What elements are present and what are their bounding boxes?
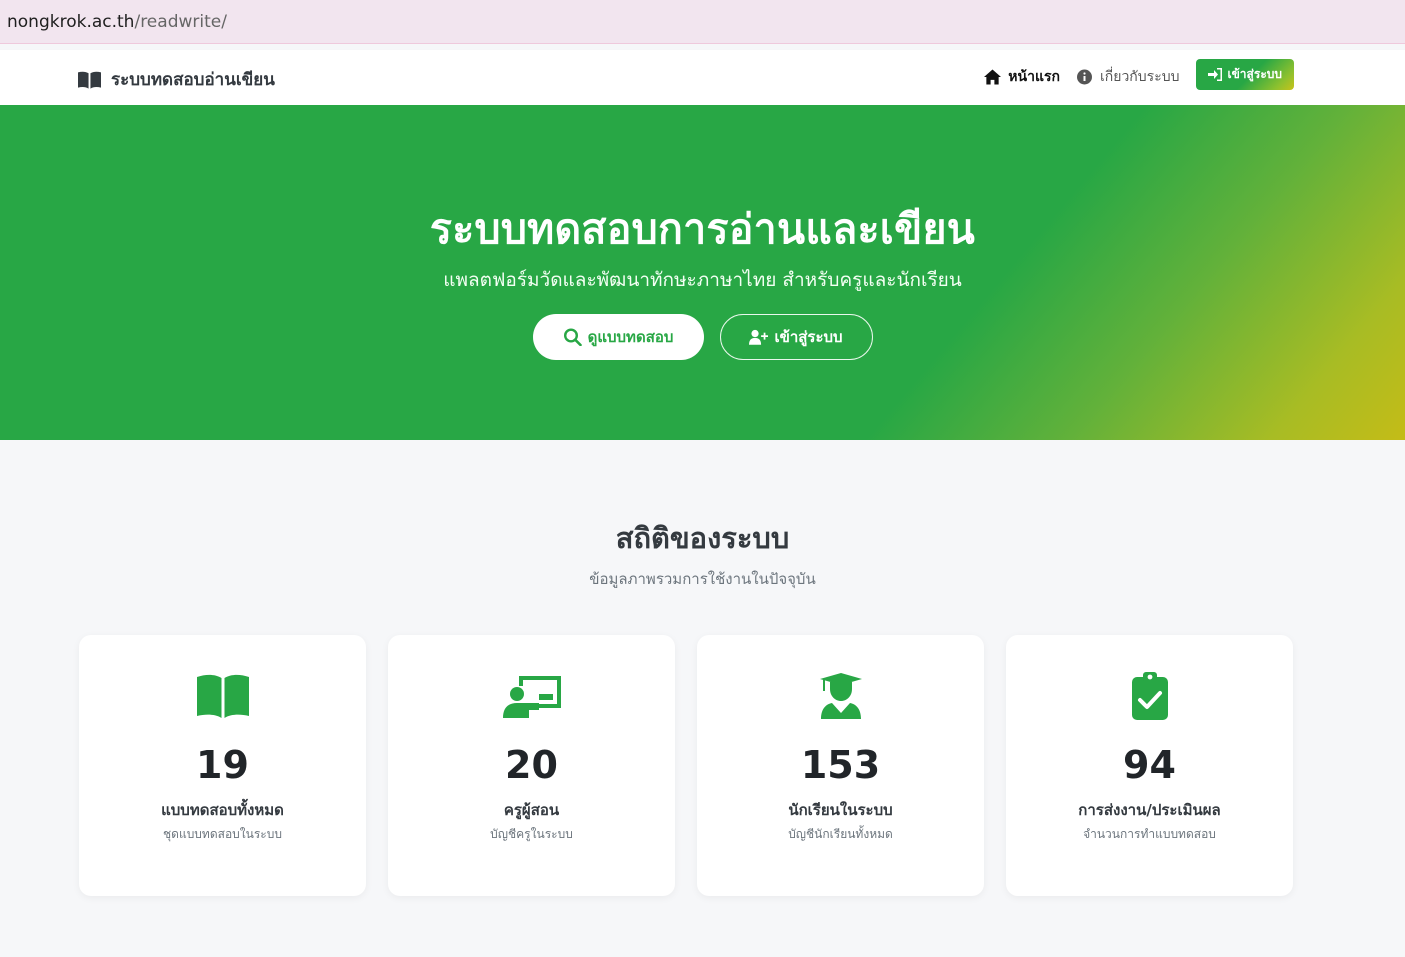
navbar: ระบบทดสอบอ่านเขียน หน้าแรก เกี่ยวกับระบบ…: [0, 50, 1405, 105]
stat-value: 153: [800, 743, 881, 787]
stats-subtitle: ข้อมูลภาพรวมการใช้งานในปัจจุบัน: [589, 570, 816, 588]
graduate-icon: [819, 673, 862, 719]
hero-title: ระบบทดสอบการอ่านและเขียน: [429, 205, 976, 253]
view-tests-label: ดูแบบทดสอบ: [587, 328, 674, 346]
hero-subtitle: แพลตฟอร์มวัดและพัฒนาทักษะภาษาไทย สำหรับค…: [443, 269, 962, 291]
url-path: /readwrite/: [134, 11, 227, 32]
stat-card-submissions: 94 การส่งงาน/ประเมินผล จำนวนการทำแบบทดสอ…: [1006, 635, 1293, 896]
hero-login-button[interactable]: เข้าสู่ระบบ: [719, 314, 873, 360]
stat-card-teachers: 20 ครูผู้สอน บัญชีครูในระบบ: [388, 635, 675, 896]
stat-desc: บัญชีครูในระบบ: [490, 827, 573, 841]
nav-about[interactable]: เกี่ยวกับระบบ: [1076, 66, 1180, 88]
nav-about-label: เกี่ยวกับระบบ: [1099, 68, 1180, 85]
stat-desc: ชุดแบบทดสอบในระบบ: [163, 827, 282, 841]
stat-card-tests: 19 แบบทดสอบทั้งหมด ชุดแบบทดสอบในระบบ: [79, 635, 366, 896]
hero-login-label: เข้าสู่ระบบ: [774, 328, 843, 346]
hero-section: ระบบทดสอบการอ่านและเขียน แพลตฟอร์มวัดและ…: [0, 105, 1405, 440]
stat-label: ครูผู้สอน: [503, 801, 560, 819]
book-open-icon: [78, 71, 101, 89]
teacher-icon: [502, 676, 561, 718]
book-open-icon: [196, 674, 249, 718]
address-bar[interactable]: nongkrok.ac.th/readwrite/: [0, 0, 1405, 44]
clipboard-check-icon: [1131, 672, 1168, 720]
stat-label: แบบทดสอบทั้งหมด: [161, 801, 284, 819]
stat-label: นักเรียนในระบบ: [788, 801, 893, 819]
search-icon: [563, 328, 582, 346]
stats-cards: 19 แบบทดสอบทั้งหมด ชุดแบบทดสอบในระบบ 20 …: [79, 635, 1293, 896]
stat-desc: จำนวนการทำแบบทดสอบ: [1083, 827, 1216, 841]
stat-label: การส่งงาน/ประเมินผล: [1078, 801, 1221, 819]
stat-value: 20: [505, 743, 558, 787]
navbar-login-label: เข้าสู่ระบบ: [1227, 67, 1283, 81]
nav-home-label: หน้าแรก: [1008, 68, 1060, 85]
stat-value: 94: [1123, 743, 1176, 787]
stat-desc: บัญชีนักเรียนทั้งหมด: [788, 827, 893, 841]
sign-in-icon: [1207, 68, 1222, 81]
nav-home[interactable]: หน้าแรก: [984, 66, 1060, 88]
view-tests-button[interactable]: ดูแบบทดสอบ: [532, 314, 704, 360]
stat-value: 19: [196, 743, 249, 787]
hero-buttons: ดูแบบทดสอบ เข้าสู่ระบบ: [0, 314, 1405, 360]
stats-title: สถิติของระบบ: [615, 521, 790, 555]
nav-links: หน้าแรก เกี่ยวกับระบบ เข้าสู่ระบบ: [984, 59, 1294, 90]
user-plus-icon: [749, 329, 769, 345]
url-host: nongkrok.ac.th: [7, 11, 135, 32]
info-circle-icon: [1076, 69, 1092, 84]
brand-link[interactable]: ระบบทดสอบอ่านเขียน: [78, 66, 275, 93]
stat-card-students: 153 นักเรียนในระบบ บัญชีนักเรียนทั้งหมด: [697, 635, 984, 896]
brand-text: ระบบทดสอบอ่านเขียน: [111, 70, 275, 90]
navbar-login-button[interactable]: เข้าสู่ระบบ: [1195, 59, 1294, 90]
home-icon: [984, 68, 1002, 85]
